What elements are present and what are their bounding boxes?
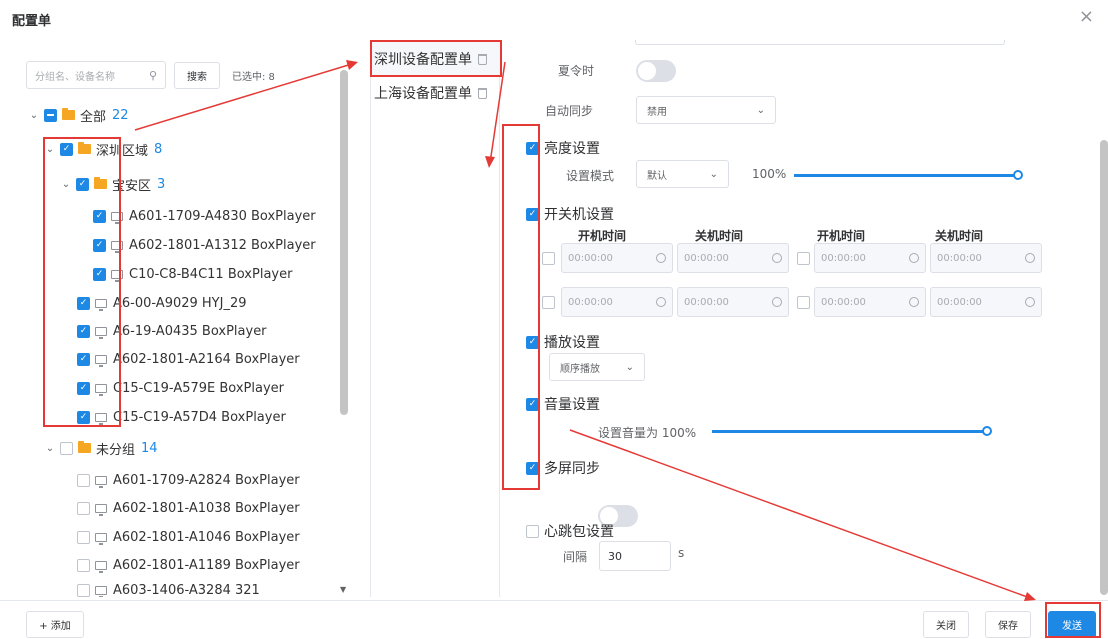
annotation-arrowhead xyxy=(485,156,495,168)
annotation-arrow-line xyxy=(134,62,356,131)
annotation-arrow-line xyxy=(489,61,506,164)
annotation-arrow-line xyxy=(569,429,1031,599)
annotation-arrows xyxy=(134,60,1036,601)
annotation-arrowhead xyxy=(1024,592,1036,601)
annotation-arrowhead xyxy=(346,60,358,70)
